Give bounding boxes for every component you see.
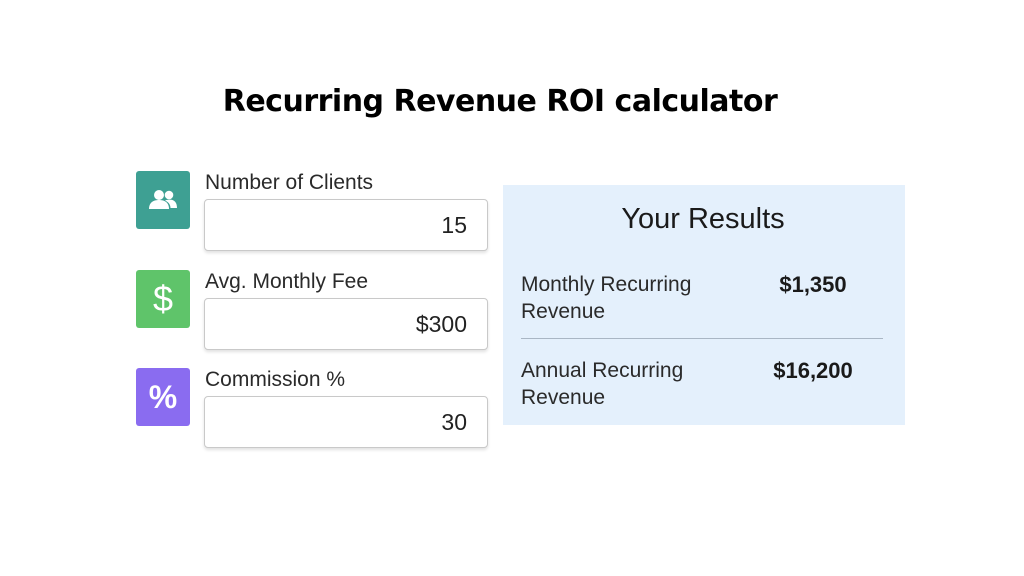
monthly-fee-input[interactable]: $300: [204, 298, 488, 350]
annual-recurring-revenue-value: $16,200: [773, 358, 853, 383]
results-panel: Your Results Monthly Recurring Revenue $…: [503, 185, 905, 425]
percent-icon: %: [136, 368, 190, 426]
clients-label: Number of Clients: [205, 171, 374, 194]
commission-label: Commission %: [205, 368, 346, 391]
clients-input[interactable]: 15: [204, 199, 488, 251]
results-title: Your Results: [621, 203, 785, 235]
calculator-page: Recurring Revenue ROI calculator Number …: [0, 0, 1024, 576]
page-title: Recurring Revenue ROI calculator: [222, 84, 778, 119]
clients-field: Number of Clients 15: [136, 171, 496, 257]
people-icon: [136, 171, 190, 229]
annual-recurring-revenue-label: Annual Recurring Revenue: [521, 359, 684, 409]
results-divider: [521, 338, 883, 339]
monthly-recurring-revenue-value: $1,350: [779, 272, 847, 297]
commission-input[interactable]: 30: [204, 396, 488, 448]
monthly-fee-field: $ Avg. Monthly Fee $300: [136, 270, 496, 356]
dollar-icon: $: [136, 270, 190, 328]
monthly-recurring-revenue-label: Monthly Recurring Revenue: [521, 273, 692, 323]
commission-field: % Commission % 30: [136, 368, 496, 454]
monthly-fee-label: Avg. Monthly Fee: [205, 270, 369, 293]
